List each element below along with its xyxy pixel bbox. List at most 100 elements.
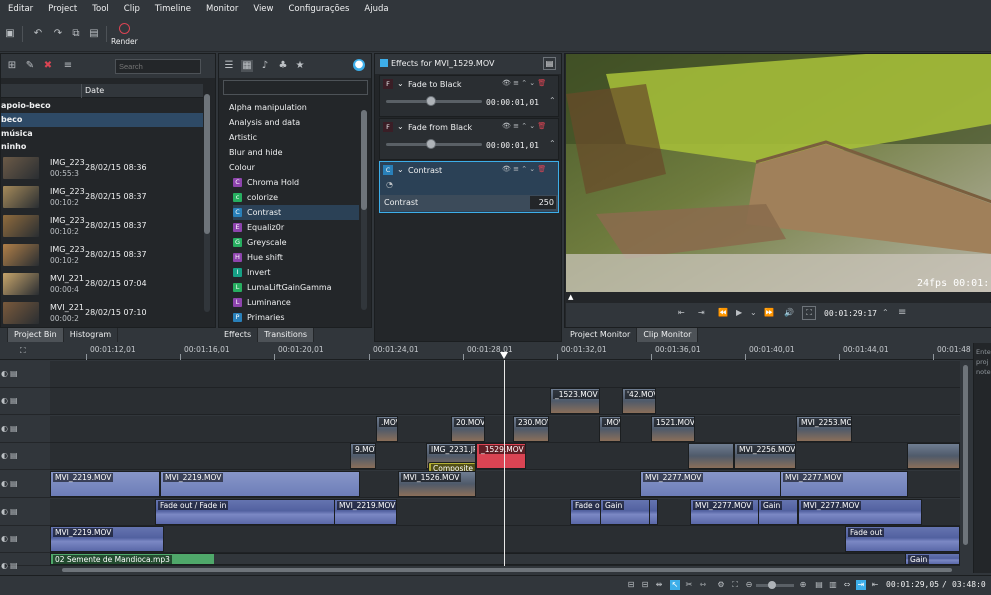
track-header[interactable]: ◐ ▤ [0,416,50,443]
tab-project-bin[interactable]: Project Bin [8,328,64,342]
timeline-clip[interactable]: _1529.MOV [476,443,526,469]
expand-icon[interactable]: ⌄ [397,122,404,131]
menu-monitor[interactable]: Monitor [198,4,245,14]
timeline-hscrollbar[interactable] [50,566,960,574]
layout-icon[interactable]: ▥ [828,580,838,590]
track-film-icon[interactable]: ▤ [10,369,18,378]
timeline-clip[interactable] [688,443,734,469]
timeline-clip[interactable]: Gain [758,499,798,525]
track-eye-icon[interactable]: ◐ [1,561,8,570]
effect-item[interactable]: E Equaliz0r [233,220,359,235]
window-icon[interactable]: ▤ [543,57,556,70]
category-alpha[interactable]: Alpha manipulation [229,100,307,115]
zoom-knob[interactable] [768,581,776,589]
fit-zoom-icon[interactable]: ⛶ [730,580,740,590]
timeline-clip[interactable]: Gain [905,553,960,565]
track-header[interactable]: ◐ ▤ [0,471,50,498]
effects-scrollbar[interactable] [361,110,367,310]
timeline-clip[interactable] [907,443,960,469]
menu-icon[interactable]: ≡ [898,307,906,318]
tab-project-monitor[interactable]: Project Monitor [564,328,638,342]
category-colour[interactable]: Colour [229,160,255,175]
timeline-clip[interactable]: MVI_2219.MOV [160,471,360,497]
scrollbar-thumb[interactable] [204,94,210,234]
play-options-icon[interactable]: ⌄ [750,308,757,317]
effect-item[interactable]: C Contrast [233,205,359,220]
menu-configuracoes[interactable]: Configurações [280,4,356,14]
rewind-icon[interactable]: ⏪ [718,308,728,317]
timeline-clip[interactable]: 9.MOV [350,443,376,469]
favorite-icon[interactable]: ★ [294,60,306,72]
menu-timeline[interactable]: Timeline [147,4,198,14]
spin-icon[interactable]: ⌃ [549,96,556,105]
custom-effects-icon[interactable]: ♣ [277,60,289,72]
track-film-icon[interactable]: ▤ [10,396,18,405]
undo-icon[interactable]: ↶ [32,28,44,40]
category-analysis[interactable]: Analysis and data [229,115,300,130]
spin-icon[interactable]: ⌃ [882,308,889,317]
bin-item[interactable]: MVI_221 00:00:2 28/02/15 07:10 [1,299,203,327]
menu-ajuda[interactable]: Ajuda [356,4,395,14]
track-header[interactable]: ◐ ▤ [0,553,50,570]
spacer-icon[interactable]: ⇹ [654,580,664,590]
track-eye-icon[interactable]: ◐ [1,479,8,488]
position-marker-icon[interactable]: ▲ [568,293,573,301]
paste-icon[interactable]: ▤ [88,28,100,40]
expand-icon[interactable]: ⌄ [397,165,404,174]
monitor-ruler[interactable]: ▲ [566,293,991,301]
effect-item[interactable]: P Primaries [233,310,359,325]
menu-tool[interactable]: Tool [84,4,116,14]
bin-item[interactable]: IMG_223 00:10:2 28/02/15 08:37 [1,212,203,240]
track-header[interactable]: ◐ ▤ [0,499,50,526]
razor-tool-icon[interactable]: ✂ [684,580,694,590]
active-icon[interactable]: ⇥ [856,580,866,590]
tab-transitions[interactable]: Transitions [258,328,315,342]
volume-icon[interactable]: 🔊 [784,308,794,317]
bin-item[interactable]: MVI_221 00:00:4 28/02/15 07:04 [1,270,203,298]
timeline-clip[interactable]: .MOV [376,416,398,442]
timeline-clip[interactable]: MVI_2219.MOV [334,499,397,525]
param-value[interactable]: 250 [530,196,556,209]
effect-item[interactable]: H Hue shift [233,250,359,265]
video-effects-icon[interactable]: ▦ [241,60,253,72]
effect-time[interactable]: 00:00:01,01 [486,141,539,150]
timeline-clip[interactable]: MVI_2219.MOV [50,471,160,497]
track-header[interactable]: ◐ ▤ [0,361,50,388]
seek-start-icon[interactable]: ⇤ [678,308,685,317]
menu-clip[interactable]: Clip [116,4,147,14]
timeline-track[interactable] [50,361,960,388]
effect-item[interactable]: c colorize [233,190,359,205]
timeline-clip[interactable]: MVI_2219.MOV [50,526,164,552]
settings-icon[interactable]: ⚙ [716,580,726,590]
menu-icon[interactable]: ≡ [62,60,74,72]
timeline-clip[interactable]: Gain [600,499,650,525]
timeline-clip[interactable]: MVI_1526.MOV [398,471,476,497]
date-column-header[interactable]: Date [85,86,104,95]
folder-row[interactable]: música [1,127,203,141]
timeline-clip[interactable]: _1523.MOV [550,388,600,414]
tab-hidden[interactable] [0,328,8,342]
track-film-icon[interactable]: ▤ [10,424,18,433]
timeline-clip[interactable]: MVI_2277.MOV [780,471,908,497]
edit-icon[interactable]: ✎ [24,60,36,72]
add-folder-icon[interactable]: ⊞ [6,60,18,72]
effect-item[interactable]: I Invert [233,265,359,280]
effect-time[interactable]: 00:00:01,01 [486,98,539,107]
scrollbar-thumb[interactable] [963,365,968,545]
list-icon[interactable]: ☰ [223,60,235,72]
bin-search-input[interactable] [115,59,201,74]
timeline-ruler[interactable]: ⛶ 00:01:12,01 00:01:16,01 00:01:20,01 00:01… [0,343,975,360]
spin-icon[interactable]: ⌃ [549,139,556,148]
playhead-line[interactable] [504,360,505,566]
split-icon[interactable]: ⇔ [842,580,852,590]
reset-icon[interactable]: ◔ [386,180,393,189]
folder-row[interactable]: apoio-beco [1,99,203,113]
slider-knob[interactable] [426,139,436,149]
redo-icon[interactable]: ↷ [52,28,64,40]
playhead-marker-icon[interactable] [500,352,508,359]
track-header[interactable]: ◐ ▤ [0,526,50,553]
track-film-icon[interactable]: ▤ [10,479,18,488]
track-eye-icon[interactable]: ◐ [1,424,8,433]
timeline-clip[interactable]: .MOV [599,416,621,442]
audio-effects-icon[interactable]: ♪ [259,60,271,72]
